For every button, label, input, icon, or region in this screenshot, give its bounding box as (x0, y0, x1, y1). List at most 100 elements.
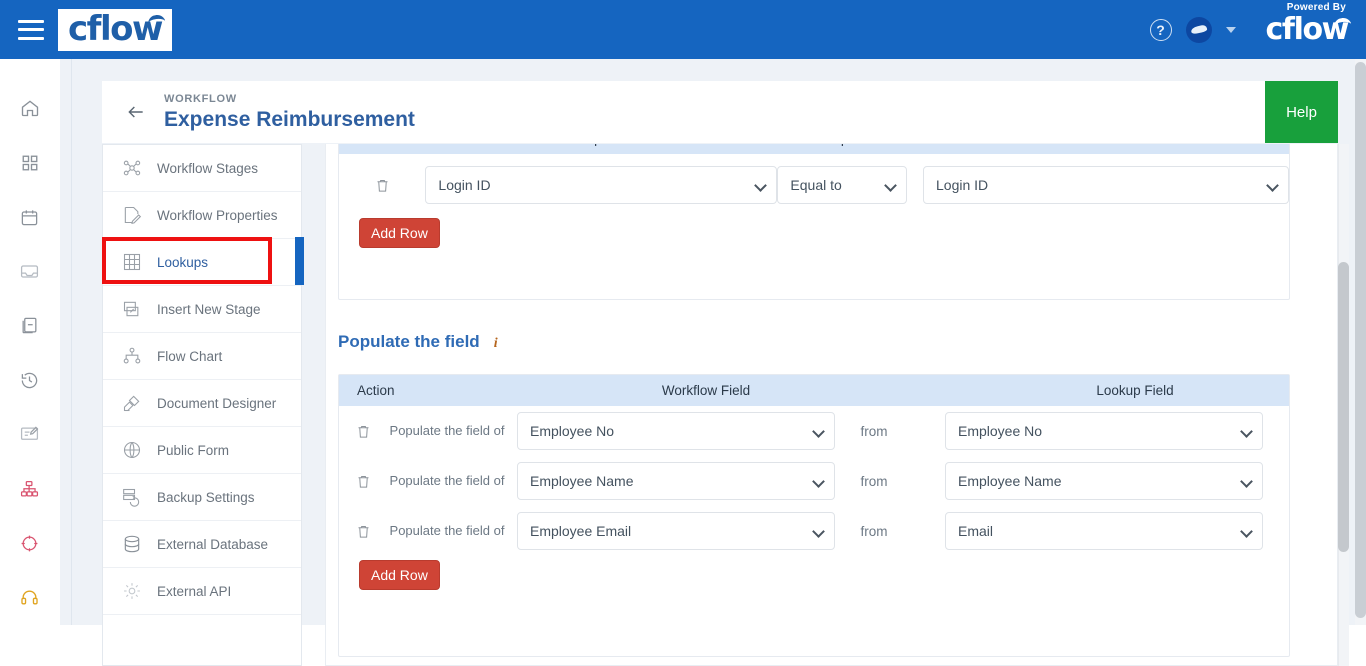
sidebar-item-workflow-stages[interactable]: Workflow Stages (103, 145, 301, 192)
table-row: Populate the field of Employee Name from (339, 456, 1289, 506)
table-row: Login ID Equal to Login ID (339, 154, 1289, 216)
chevron-down-icon[interactable] (1225, 26, 1236, 33)
workflow-header-bar: WORKFLOW Expense Reimbursement (102, 81, 1265, 143)
lookup-field-select[interactable]: Employee Name (945, 462, 1263, 500)
help-button[interactable]: Help (1265, 81, 1338, 143)
workflow-field-value: Login ID (936, 177, 989, 193)
breadcrumb: WORKFLOW (164, 92, 237, 105)
page-scrollbar-thumb[interactable] (1355, 62, 1366, 618)
trash-icon[interactable] (356, 473, 371, 490)
populate-table-body: Populate the field of Employee No from E… (339, 406, 1289, 590)
flow-chart-icon (121, 345, 143, 367)
documents-icon (22, 318, 37, 334)
sidebar-item-label: Workflow Stages (157, 160, 259, 176)
workflow-field-select[interactable]: Employee No (517, 412, 835, 450)
lookup-field-value: Login ID (438, 177, 491, 193)
workflow-field-select[interactable]: Employee Name (517, 462, 835, 500)
populate-section-title: Populate the field i (338, 332, 498, 352)
column-header-action: Action (357, 383, 395, 398)
operator-select[interactable]: Equal to (777, 166, 908, 204)
external-api-gear-icon (121, 580, 143, 602)
sidebar-item-public-form[interactable]: Public Form (103, 427, 301, 474)
add-row-button-populate[interactable]: Add Row (359, 560, 440, 590)
workflow-titles: WORKFLOW Expense Reimbursement (164, 93, 415, 132)
chevron-down-icon (1240, 475, 1253, 488)
lookups-content-panel: Action Lookup Field Operator Workflow Fi… (325, 144, 1338, 666)
sidebar-item-workflow-properties[interactable]: Workflow Properties (103, 192, 301, 239)
active-tab-accent-bar (295, 237, 304, 285)
table-row: Populate the field of Employee Email fro… (339, 506, 1289, 556)
back-arrow-icon[interactable] (114, 102, 158, 122)
trash-icon[interactable] (375, 177, 390, 194)
sidebar-item-insert-new-stage[interactable]: Insert New Stage (103, 286, 301, 333)
rail-item-home[interactable] (0, 81, 60, 135)
workflow-field-select[interactable]: Employee Email (517, 512, 835, 550)
populate-field-card: Action Workflow Field Lookup Field Popul… (338, 374, 1290, 657)
powered-by-block: Powered By cflow (1265, 2, 1352, 47)
sidebar-item-label: Lookups (157, 254, 209, 270)
lookup-condition-table-header: Action Lookup Field Operator Workflow Fi… (339, 144, 1289, 154)
top-app-bar: cflow ? Powered By cflow (0, 0, 1366, 59)
public-form-globe-icon (121, 439, 143, 461)
workflow-field-select[interactable]: Login ID (923, 166, 1289, 204)
user-avatar[interactable] (1185, 16, 1212, 43)
rail-item-calendar[interactable] (0, 190, 60, 244)
workflow-field-value: Employee Name (530, 473, 634, 489)
chevron-down-icon (1240, 425, 1253, 438)
insert-new-stage-icon (121, 298, 143, 320)
org-chart-icon (20, 480, 39, 497)
populate-table-header: Action Workflow Field Lookup Field (339, 375, 1289, 406)
populate-title-text: Populate the field (338, 332, 480, 351)
history-clock-icon (21, 372, 38, 388)
chevron-down-icon (812, 425, 825, 438)
chevron-down-icon (1266, 179, 1279, 192)
app-icon-rail (0, 59, 60, 625)
trash-icon[interactable] (356, 423, 371, 440)
sidebar-item-flow-chart[interactable]: Flow Chart (103, 333, 301, 380)
connector-label: from (860, 523, 888, 539)
connector-label: from (860, 423, 888, 439)
rail-item-history[interactable] (0, 353, 60, 407)
lookup-field-select[interactable]: Employee No (945, 412, 1263, 450)
rail-item-support[interactable] (0, 571, 60, 625)
workflow-stages-icon (121, 157, 143, 179)
sidebar-item-document-designer[interactable]: Document Designer (103, 380, 301, 427)
lookup-condition-table-body: Login ID Equal to Login ID Add Row (339, 154, 1289, 248)
rail-item-documents[interactable] (0, 299, 60, 353)
rail-item-org-chart[interactable] (0, 462, 60, 516)
lookup-field-select[interactable]: Login ID (425, 166, 778, 204)
populate-action-label: Populate the field of (389, 422, 505, 438)
rail-item-apps[interactable] (0, 135, 60, 189)
app-logo-text: cflow (68, 8, 163, 49)
sidebar-item-external-api[interactable]: External API (103, 568, 301, 615)
question-circle-icon[interactable]: ? (1149, 18, 1172, 41)
lookup-field-select[interactable]: Email (945, 512, 1263, 550)
sidebar-item-label: Flow Chart (157, 348, 223, 364)
sidebar-item-backup-settings[interactable]: Backup Settings (103, 474, 301, 521)
top-bar-actions: ? Powered By cflow (1149, 2, 1366, 47)
rail-item-forms[interactable] (0, 407, 60, 461)
lookup-field-value: Email (958, 523, 994, 539)
column-header-workflow-field: Workflow Field (953, 144, 1283, 146)
form-designer-icon (20, 426, 39, 441)
sidebar-item-lookups[interactable]: Lookups (103, 239, 301, 286)
inbox-icon (20, 265, 39, 278)
rail-item-target[interactable] (0, 516, 60, 570)
page-body: WORKFLOW Expense Reimbursement Help Work… (71, 59, 1354, 666)
app-logo[interactable]: cflow (58, 8, 172, 51)
home-icon (21, 100, 38, 117)
sidebar-item-label: External API (157, 583, 232, 599)
trash-icon[interactable] (356, 523, 371, 540)
sidebar-item-external-database[interactable]: External Database (103, 521, 301, 568)
target-icon (21, 535, 38, 552)
rail-item-inbox[interactable] (0, 244, 60, 298)
powered-by-logo-text: cflow (1265, 11, 1350, 47)
chevron-down-icon (884, 179, 898, 192)
info-icon[interactable]: i (494, 336, 498, 352)
hamburger-icon[interactable] (18, 19, 44, 40)
operator-value: Equal to (790, 177, 842, 193)
content-scrollbar-thumb[interactable] (1338, 262, 1349, 552)
external-database-icon (121, 533, 143, 555)
sidebar-item-label: Public Form (157, 442, 230, 458)
add-row-button-condition[interactable]: Add Row (359, 218, 440, 248)
